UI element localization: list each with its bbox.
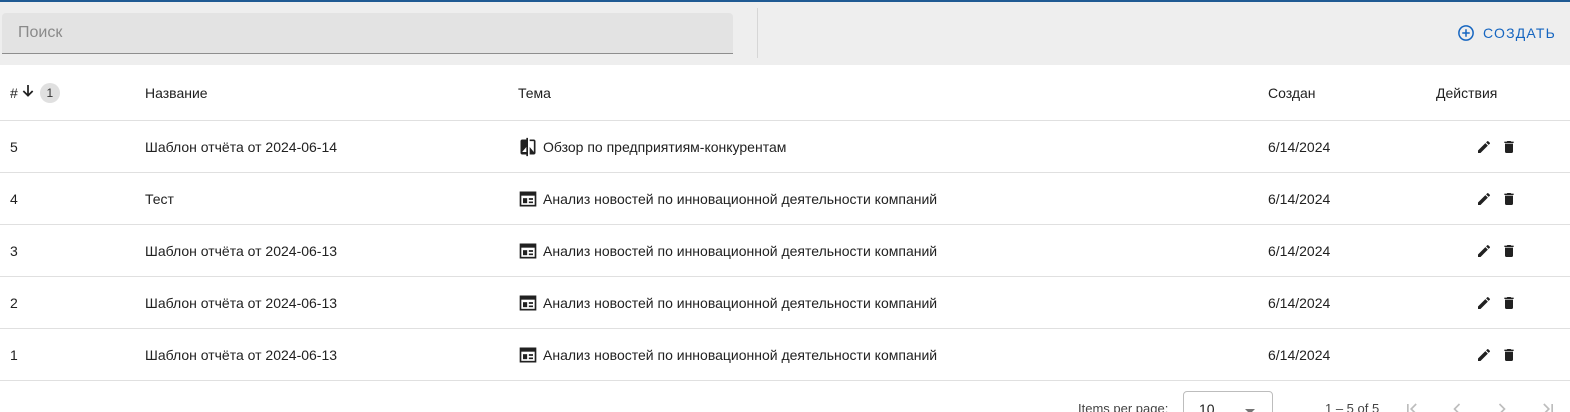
delete-icon[interactable] [1501,191,1517,207]
row-topic: Анализ новостей по инновационной деятель… [518,173,937,224]
header-actions: Действия [1436,84,1498,101]
edit-icon[interactable] [1476,191,1492,207]
sort-order-badge: 1 [39,82,60,103]
chevron-left-icon [1453,403,1461,412]
header-created[interactable]: Создан [1268,65,1316,120]
row-created: 6/14/2024 [1268,242,1331,259]
page-size-select[interactable]: 10 [1183,391,1273,412]
row-num: 2 [10,294,18,311]
table-row[interactable]: 1 Шаблон отчёта от 2024-06-13 Анализ новос… [0,329,1570,381]
row-actions [1476,121,1517,172]
row-actions [1476,173,1517,224]
table-row[interactable]: 4 Тест Анализ новостей по инновационной де… [0,173,1570,225]
paginator: Items per page: 10 1 – 5 of 5 [0,381,1570,412]
delete-icon[interactable] [1501,347,1517,363]
page-size-value: 10 [1199,401,1215,412]
row-topic: Анализ новостей по инновационной деятель… [518,225,937,276]
items-per-page-label: Items per page: [1078,401,1169,412]
previous-page-button[interactable] [1447,399,1467,412]
row-topic-label: Анализ новостей по инновационной деятель… [543,190,938,207]
edit-icon[interactable] [1476,139,1492,155]
templates-table: # 1 Название Тема Создан Действия 5 Шабло… [0,65,1570,381]
newspaper-icon [518,241,538,261]
row-topic: Анализ новостей по инновационной деятель… [518,329,937,380]
row-topic: Анализ новостей по инновационной деятель… [518,277,937,328]
row-actions [1476,225,1517,276]
table-header-row: # 1 Название Тема Создан Действия [0,65,1570,121]
row-name: Шаблон отчёта от 2024-06-13 [145,242,338,259]
last-page-button[interactable] [1538,399,1558,412]
row-num: 1 [10,346,18,363]
row-created: 6/14/2024 [1268,294,1331,311]
delete-icon[interactable] [1501,295,1517,311]
row-num: 3 [10,242,18,259]
table-row[interactable]: 3 Шаблон отчёта от 2024-06-13 Анализ новос… [0,225,1570,277]
next-page-button[interactable] [1492,399,1512,412]
row-name: Шаблон отчёта от 2024-06-14 [145,138,338,155]
page-range-label: 1 – 5 of 5 [1325,401,1380,412]
search-field[interactable] [2,13,733,54]
row-name: Шаблон отчёта от 2024-06-13 [145,346,338,363]
first-page-icon [1407,403,1417,412]
add-circle-icon [1457,24,1475,42]
row-num: 4 [10,190,18,207]
edit-icon[interactable] [1476,347,1492,363]
last-page-icon [1543,403,1553,412]
row-topic-label: Анализ новостей по инновационной деятель… [543,242,938,259]
header-num[interactable]: # 1 [10,65,60,120]
header-num-label: # [10,84,18,101]
table-row[interactable]: 2 Шаблон отчёта от 2024-06-13 Анализ новос… [0,277,1570,329]
edit-icon[interactable] [1476,243,1492,259]
first-page-button[interactable] [1402,399,1422,412]
chevron-right-icon [1498,403,1506,412]
row-topic-label: Анализ новостей по инновационной деятель… [543,294,938,311]
row-name: Шаблон отчёта от 2024-06-13 [145,294,338,311]
row-created: 6/14/2024 [1268,190,1331,207]
row-created: 6/14/2024 [1268,138,1331,155]
arrow-down-icon [20,83,36,102]
newspaper-icon [518,189,538,209]
row-name: Тест [145,190,174,207]
row-topic-label: Обзор по предприятиям-конкурентам [543,138,787,155]
create-button[interactable]: СОЗДАТЬ [1457,20,1556,46]
header-name[interactable]: Название [145,65,208,120]
delete-icon[interactable] [1501,139,1517,155]
toolbar: СОЗДАТЬ [0,2,1570,65]
row-actions [1476,277,1517,328]
row-created: 6/14/2024 [1268,346,1331,363]
edit-icon[interactable] [1476,295,1492,311]
newspaper-icon [518,345,538,365]
compare-icon [518,137,538,157]
header-topic[interactable]: Тема [518,65,551,120]
delete-icon[interactable] [1501,243,1517,259]
table-row[interactable]: 5 Шаблон отчёта от 2024-06-14 Обзор по пре… [0,121,1570,173]
create-button-label: СОЗДАТЬ [1482,25,1556,41]
toolbar-divider [757,8,758,58]
row-num: 5 [10,138,18,155]
row-topic: Обзор по предприятиям-конкурентам [518,121,786,172]
search-input[interactable] [2,13,733,53]
row-topic-label: Анализ новостей по инновационной деятель… [543,346,938,363]
newspaper-icon [518,293,538,313]
row-actions [1476,329,1517,380]
